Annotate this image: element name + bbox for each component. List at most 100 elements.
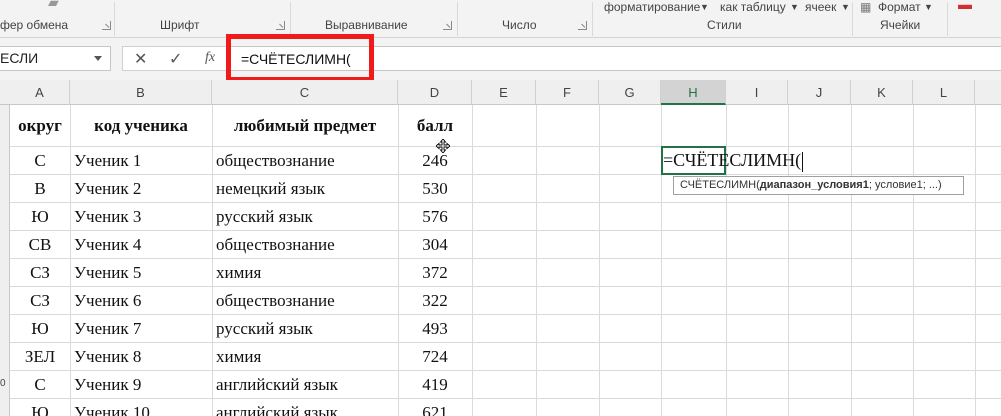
cell-district[interactable]: СЗ: [10, 287, 70, 315]
cell-student-code[interactable]: Ученик 1: [74, 147, 141, 175]
name-box[interactable]: ЕСЛИ: [0, 46, 111, 71]
gridline: [10, 314, 1001, 315]
column-header-i[interactable]: I: [726, 80, 788, 105]
column-header-e[interactable]: E: [472, 80, 536, 105]
ribbon: ▰ фер обмена Шрифт Выравнивание Число фо…: [0, 0, 1001, 38]
cell-score[interactable]: 493: [398, 315, 472, 343]
column-header-j[interactable]: J: [788, 80, 851, 105]
conditional-formatting-button[interactable]: форматирование: [604, 0, 700, 14]
cell-student-code[interactable]: Ученик 5: [74, 259, 141, 287]
cell-student-code[interactable]: Ученик 2: [74, 175, 141, 203]
chevron-down-icon[interactable]: [94, 56, 102, 61]
chevron-down-icon[interactable]: ▼: [924, 2, 933, 12]
cell-styles-button[interactable]: ячеек: [805, 0, 836, 14]
column-header-g[interactable]: G: [599, 80, 661, 105]
header-cell-score[interactable]: балл: [398, 105, 472, 147]
cell-district[interactable]: ЗЕЛ: [10, 343, 70, 371]
cell-score[interactable]: 621: [398, 399, 472, 416]
cell-favorite-subject[interactable]: химия: [216, 259, 261, 287]
cell-district[interactable]: Ю: [10, 399, 70, 416]
font-launcher-icon[interactable]: [276, 21, 285, 30]
cell-district[interactable]: С: [10, 147, 70, 175]
clear-icon[interactable]: ▬: [958, 0, 972, 12]
format-cells-icon: ▦: [860, 0, 872, 14]
cell-student-code[interactable]: Ученик 6: [74, 287, 141, 315]
ribbon-separator: [592, 2, 593, 36]
cell-favorite-subject[interactable]: обществознание: [216, 287, 335, 315]
gridline: [10, 230, 1001, 231]
cell-district[interactable]: СЗ: [10, 259, 70, 287]
ribbon-group-clipboard-label: фер обмена: [0, 18, 69, 32]
cell-score[interactable]: 419: [398, 371, 472, 399]
cell-student-code[interactable]: Ученик 4: [74, 231, 141, 259]
gridline: [10, 398, 1001, 399]
column-header-f[interactable]: F: [536, 80, 599, 105]
cell-district[interactable]: Ю: [10, 315, 70, 343]
formula-buttons: ✕ ✓ fx: [122, 46, 230, 71]
ribbon-group-alignment-label: Выравнивание: [325, 18, 408, 32]
cell-student-code[interactable]: Ученик 7: [74, 315, 141, 343]
clipboard-launcher-icon[interactable]: [102, 21, 111, 30]
gridline: [10, 174, 1001, 175]
format-as-table-button[interactable]: как таблицу: [720, 0, 786, 14]
ribbon-separator: [114, 2, 115, 36]
column-header-row: A B C D E F G H I J K L: [0, 80, 1001, 105]
header-cell-student-code[interactable]: код ученика: [70, 105, 212, 147]
cell-favorite-subject[interactable]: химия: [216, 343, 261, 371]
cell-favorite-subject[interactable]: обществознание: [216, 231, 335, 259]
cancel-icon[interactable]: ✕: [134, 49, 147, 69]
column-header-k[interactable]: K: [851, 80, 913, 105]
enter-icon[interactable]: ✓: [169, 49, 182, 69]
column-header-d[interactable]: D: [398, 80, 472, 105]
cell-student-code[interactable]: Ученик 8: [74, 343, 141, 371]
gridline: [10, 202, 1001, 203]
format-button[interactable]: Формат: [878, 0, 921, 14]
chevron-down-icon[interactable]: ▼: [790, 2, 799, 12]
cell-district[interactable]: В: [10, 175, 70, 203]
cell-student-code[interactable]: Ученик 9: [74, 371, 141, 399]
row-header-column: 0: [0, 105, 10, 416]
move-cursor-icon: [436, 139, 450, 153]
chevron-down-icon[interactable]: ▼: [841, 2, 850, 12]
cell-student-code[interactable]: Ученик 3: [74, 203, 141, 231]
cell-favorite-subject[interactable]: английский язык: [216, 399, 338, 416]
cell-student-code[interactable]: Ученик 10: [74, 399, 150, 416]
column-header-h[interactable]: H: [661, 80, 726, 105]
header-cell-favorite-subject[interactable]: любимый предмет: [212, 105, 398, 147]
cell-score[interactable]: 724: [398, 343, 472, 371]
ribbon-group-styles-label: Стили: [707, 18, 742, 32]
tooltip-remaining-arguments: ; условие1; ...): [868, 179, 942, 191]
formula-bar: ЕСЛИ ✕ ✓ fx =СЧЁТЕСЛИМН(: [0, 38, 1001, 80]
tooltip-current-argument[interactable]: диапазон_условия1: [760, 179, 869, 191]
cell-score[interactable]: 372: [398, 259, 472, 287]
column-header-l[interactable]: L: [913, 80, 975, 105]
cell-score[interactable]: 322: [398, 287, 472, 315]
cell-score[interactable]: 246: [398, 147, 472, 175]
cell-district[interactable]: СВ: [10, 231, 70, 259]
clipboard-icon[interactable]: ▰: [48, 0, 59, 11]
number-launcher-icon[interactable]: [578, 21, 587, 30]
column-header-b[interactable]: B: [70, 80, 212, 105]
cell-score[interactable]: 530: [398, 175, 472, 203]
ribbon-group-number-label: Число: [502, 18, 537, 32]
cell-favorite-subject[interactable]: английский язык: [216, 371, 338, 399]
active-cell-content[interactable]: =СЧЁТЕСЛИМН(: [663, 146, 804, 175]
cell-score[interactable]: 304: [398, 231, 472, 259]
chevron-down-icon[interactable]: ▼: [700, 2, 709, 12]
cell-favorite-subject[interactable]: русский язык: [216, 315, 313, 343]
cell-score[interactable]: 576: [398, 203, 472, 231]
cell-district[interactable]: С: [10, 371, 70, 399]
alignment-launcher-icon[interactable]: [443, 21, 452, 30]
column-header-a[interactable]: A: [10, 80, 70, 105]
row-header-number[interactable]: 0: [0, 378, 10, 389]
gridline: [10, 342, 1001, 343]
name-box-value: ЕСЛИ: [0, 50, 39, 66]
header-cell-district[interactable]: округ: [10, 105, 70, 147]
function-argument-tooltip[interactable]: СЧЁТЕСЛИМН(диапазон_условия1; условие1; …: [673, 176, 964, 195]
cell-favorite-subject[interactable]: обществознание: [216, 147, 335, 175]
column-header-c[interactable]: C: [212, 80, 398, 105]
cell-district[interactable]: Ю: [10, 203, 70, 231]
cell-favorite-subject[interactable]: русский язык: [216, 203, 313, 231]
cell-favorite-subject[interactable]: немецкий язык: [216, 175, 325, 203]
insert-function-icon[interactable]: fx: [205, 50, 215, 66]
